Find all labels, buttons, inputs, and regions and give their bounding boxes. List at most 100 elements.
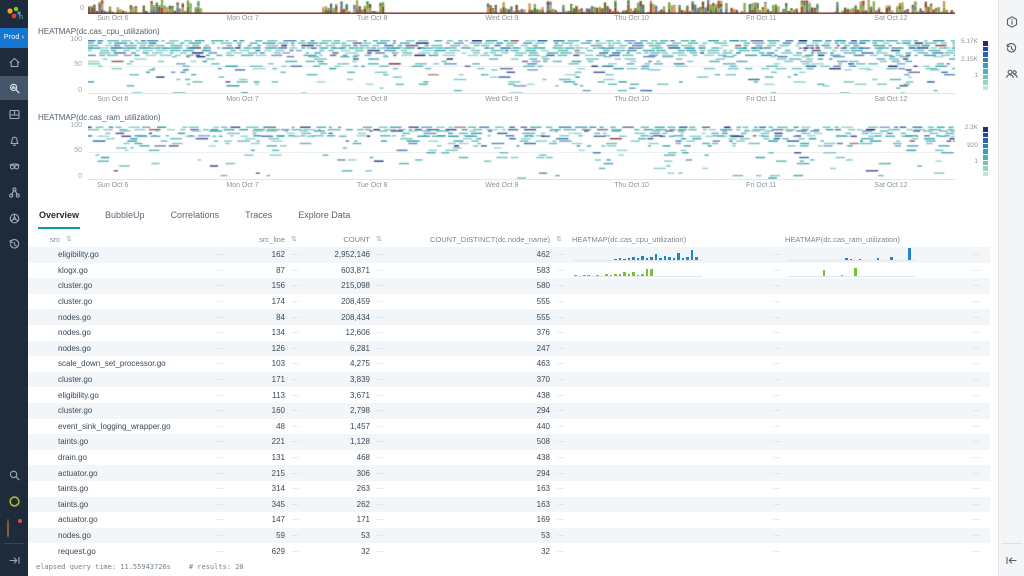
src-line-menu[interactable]: ⋯ <box>285 500 307 509</box>
src-line-menu[interactable]: ⋯ <box>285 547 307 556</box>
count-distinct-menu[interactable]: ⋯ <box>550 359 572 368</box>
src-line-menu[interactable]: ⋯ <box>285 484 307 493</box>
src-menu[interactable]: ⋯ <box>208 266 232 275</box>
count-menu[interactable]: ⋯ <box>370 406 392 415</box>
count-menu[interactable]: ⋯ <box>370 328 392 337</box>
cpu-heatmap-menu[interactable]: ⋯ <box>769 359 785 368</box>
src-menu[interactable]: ⋯ <box>208 422 232 431</box>
src-menu[interactable]: ⋯ <box>208 328 232 337</box>
count-menu[interactable]: ⋯ <box>370 500 392 509</box>
global-search-icon[interactable] <box>0 463 28 487</box>
count-menu[interactable]: ⋯ <box>370 250 392 259</box>
table-row[interactable]: cluster.go ⋯ 174 ⋯ 208,459 ⋯ 555 ⋯ ⋯ ⋯ <box>28 294 990 310</box>
cpu-heatmap-menu[interactable]: ⋯ <box>769 406 785 415</box>
nav-home[interactable] <box>0 50 28 74</box>
table-row[interactable]: cluster.go ⋯ 156 ⋯ 215,098 ⋯ 580 ⋯ ⋯ ⋯ <box>28 278 990 294</box>
ram-heatmap-menu[interactable]: ⋯ <box>963 266 990 275</box>
cpu-heatmap-menu[interactable]: ⋯ <box>769 500 785 509</box>
src-line-menu[interactable]: ⋯ <box>285 469 307 478</box>
count-distinct-menu[interactable]: ⋯ <box>550 344 572 353</box>
cpu-heatmap-menu[interactable]: ⋯ <box>769 281 785 290</box>
count-distinct-menu[interactable]: ⋯ <box>550 500 572 509</box>
tab-bubbleup[interactable]: BubbleUp <box>104 204 146 229</box>
ram-heatmap-menu[interactable]: ⋯ <box>963 391 990 400</box>
ram-heatmap-menu[interactable]: ⋯ <box>963 422 990 431</box>
count-menu[interactable]: ⋯ <box>370 437 392 446</box>
count-menu[interactable]: ⋯ <box>370 469 392 478</box>
count-menu[interactable]: ⋯ <box>370 422 392 431</box>
count-menu[interactable]: ⋯ <box>370 547 392 556</box>
src-menu[interactable]: ⋯ <box>208 469 232 478</box>
table-row[interactable]: actuator.go ⋯ 215 ⋯ 306 ⋯ 294 ⋯ ⋯ ⋯ <box>28 465 990 481</box>
count-distinct-menu[interactable]: ⋯ <box>550 328 572 337</box>
count-menu[interactable]: ⋯ <box>370 266 392 275</box>
src-line-menu[interactable]: ⋯ <box>285 266 307 275</box>
count-distinct-menu[interactable]: ⋯ <box>550 281 572 290</box>
cpu-heatmap-menu[interactable]: ⋯ <box>769 344 785 353</box>
ram-heatmap-menu[interactable]: ⋯ <box>963 281 990 290</box>
ram-heatmap-menu[interactable]: ⋯ <box>963 500 990 509</box>
ram-heatmap-menu[interactable]: ⋯ <box>963 297 990 306</box>
nav-boards[interactable] <box>0 102 28 126</box>
src-line-menu[interactable]: ⋯ <box>285 531 307 540</box>
ram-heatmap-plot[interactable] <box>88 126 955 179</box>
count-distinct-menu[interactable]: ⋯ <box>550 297 572 306</box>
src-line-menu[interactable]: ⋯ <box>285 250 307 259</box>
cpu-heatmap-menu[interactable]: ⋯ <box>769 422 785 431</box>
src-menu[interactable]: ⋯ <box>208 359 232 368</box>
src-line-menu[interactable]: ⋯ <box>285 437 307 446</box>
count-distinct-menu[interactable]: ⋯ <box>550 469 572 478</box>
team-activity-icon[interactable] <box>999 62 1024 86</box>
src-menu[interactable]: ⋯ <box>208 250 232 259</box>
table-row[interactable]: eligibility.go ⋯ 162 ⋯ 2,952,146 ⋯ 462 ⋯… <box>28 247 990 263</box>
table-row[interactable]: actuator.go ⋯ 147 ⋯ 171 ⋯ 169 ⋯ ⋯ ⋯ <box>28 512 990 528</box>
panel-collapse-icon[interactable] <box>999 548 1024 572</box>
honeycomb-logo[interactable]: h <box>3 3 25 25</box>
src-menu[interactable]: ⋯ <box>208 453 232 462</box>
src-menu[interactable]: ⋯ <box>208 547 232 556</box>
count-menu[interactable]: ⋯ <box>370 359 392 368</box>
cpu-heatmap-menu[interactable]: ⋯ <box>769 484 785 493</box>
ram-heatmap-menu[interactable]: ⋯ <box>963 453 990 462</box>
ram-heatmap-menu[interactable]: ⋯ <box>963 328 990 337</box>
account-avatar[interactable] <box>0 515 28 539</box>
src-line-menu[interactable]: ⋯ <box>285 297 307 306</box>
nav-service-map[interactable] <box>0 180 28 204</box>
status-ring-icon[interactable] <box>0 489 28 513</box>
table-row[interactable]: taints.go ⋯ 345 ⋯ 262 ⋯ 163 ⋯ ⋯ ⋯ <box>28 497 990 513</box>
cpu-heatmap-menu[interactable]: ⋯ <box>769 469 785 478</box>
ram-heatmap-menu[interactable]: ⋯ <box>963 437 990 446</box>
table-row[interactable]: drain.go ⋯ 131 ⋯ 468 ⋯ 438 ⋯ ⋯ ⋯ <box>28 450 990 466</box>
src-line-menu[interactable]: ⋯ <box>285 422 307 431</box>
table-row[interactable]: cluster.go ⋯ 171 ⋯ 3,839 ⋯ 370 ⋯ ⋯ ⋯ <box>28 372 990 388</box>
count-menu[interactable]: ⋯ <box>370 515 392 524</box>
ram-heatmap-menu[interactable]: ⋯ <box>963 469 990 478</box>
count-distinct-menu[interactable]: ⋯ <box>550 313 572 322</box>
cpu-heatmap-menu[interactable]: ⋯ <box>769 453 785 462</box>
cpu-heatmap-menu[interactable]: ⋯ <box>769 375 785 384</box>
table-row[interactable]: nodes.go ⋯ 59 ⋯ 53 ⋯ 53 ⋯ ⋯ ⋯ <box>28 528 990 544</box>
count-distinct-menu[interactable]: ⋯ <box>550 547 572 556</box>
table-row[interactable]: request.go ⋯ 629 ⋯ 32 ⋯ 32 ⋯ ⋯ ⋯ <box>28 543 990 559</box>
sidebar-expand-icon[interactable] <box>0 548 28 572</box>
count-menu[interactable]: ⋯ <box>370 344 392 353</box>
src-line-menu[interactable]: ⋯ <box>285 391 307 400</box>
sort-src[interactable]: ⇅ <box>60 235 72 243</box>
nav-activity[interactable] <box>0 232 28 256</box>
count-distinct-menu[interactable]: ⋯ <box>550 375 572 384</box>
table-row[interactable]: scale_down_set_processor.go ⋯ 103 ⋯ 4,27… <box>28 356 990 372</box>
table-row[interactable]: nodes.go ⋯ 84 ⋯ 208,434 ⋯ 555 ⋯ ⋯ ⋯ <box>28 309 990 325</box>
nav-triggers[interactable] <box>0 128 28 152</box>
cpu-heatmap-plot[interactable] <box>88 40 955 93</box>
sort-count[interactable]: ⇅ <box>370 235 392 243</box>
nav-query[interactable] <box>0 76 28 100</box>
table-row[interactable]: taints.go ⋯ 314 ⋯ 263 ⋯ 163 ⋯ ⋯ ⋯ <box>28 481 990 497</box>
src-line-menu[interactable]: ⋯ <box>285 375 307 384</box>
ram-heatmap-menu[interactable]: ⋯ <box>963 531 990 540</box>
count-distinct-menu[interactable]: ⋯ <box>550 391 572 400</box>
top-strip-chart[interactable] <box>88 0 955 14</box>
src-line-menu[interactable]: ⋯ <box>285 281 307 290</box>
count-menu[interactable]: ⋯ <box>370 281 392 290</box>
src-menu[interactable]: ⋯ <box>208 313 232 322</box>
src-menu[interactable]: ⋯ <box>208 484 232 493</box>
